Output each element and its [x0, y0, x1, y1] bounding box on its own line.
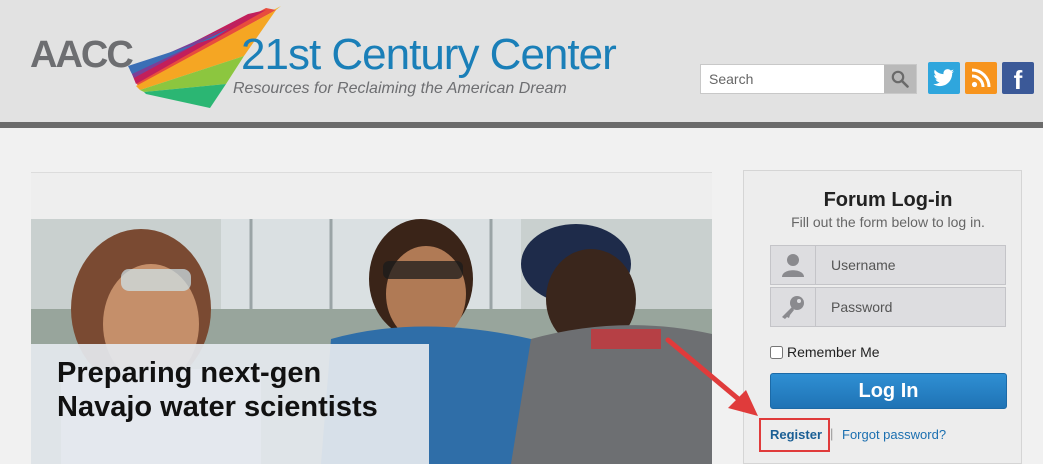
- rss-icon: [971, 68, 991, 88]
- search-icon: [891, 70, 909, 88]
- login-button[interactable]: Log In: [770, 373, 1007, 409]
- register-link[interactable]: Register: [770, 427, 822, 442]
- remember-me-label: Remember Me: [787, 344, 880, 360]
- username-field: [770, 245, 1006, 285]
- header-divider: [0, 122, 1043, 128]
- facebook-icon: f: [1013, 64, 1023, 95]
- rss-button[interactable]: [965, 62, 997, 94]
- forgot-password-link[interactable]: Forgot password?: [842, 427, 946, 442]
- twitter-button[interactable]: [928, 62, 960, 94]
- key-icon: [771, 288, 816, 326]
- logo-title: 21st Century Center: [241, 30, 617, 79]
- logo-abbr: AACC: [30, 34, 134, 76]
- search-input[interactable]: [701, 65, 885, 93]
- remember-me[interactable]: Remember Me: [770, 344, 880, 360]
- feature-tab-strip: [31, 172, 712, 219]
- site-logo[interactable]: AACC 21st Century Center Resources for R…: [28, 4, 617, 114]
- facebook-button[interactable]: f: [1002, 62, 1034, 95]
- twitter-icon: [933, 69, 955, 87]
- logo-tagline: Resources for Reclaiming the American Dr…: [233, 80, 567, 97]
- user-icon: [771, 246, 816, 284]
- feature-headline[interactable]: Preparing next-gen Navajo water scientis…: [57, 356, 397, 424]
- login-title: Forum Log-in: [823, 189, 953, 211]
- remember-me-checkbox[interactable]: [770, 345, 783, 359]
- password-input[interactable]: [821, 288, 1001, 326]
- username-input[interactable]: [821, 246, 1001, 284]
- annotation-arrow-icon: [665, 337, 758, 416]
- login-subtitle: Fill out the form below to log in.: [791, 214, 985, 230]
- search-box: [700, 64, 917, 94]
- password-field: [770, 287, 1006, 327]
- search-button[interactable]: [884, 65, 916, 93]
- site-header: AACC 21st Century Center Resources for R…: [0, 0, 1043, 122]
- link-separator: |: [830, 426, 834, 441]
